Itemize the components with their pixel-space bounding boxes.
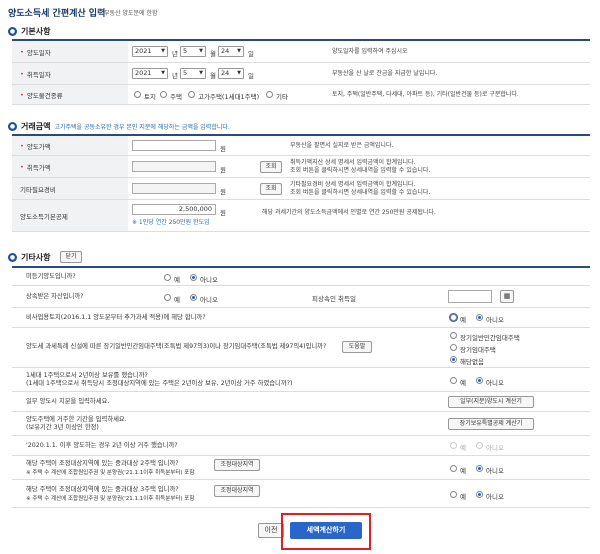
q1-row: 미등기양도입니까? 예 아니오 xyxy=(12,268,590,286)
other-cost-lookup-button[interactable]: 조회 xyxy=(260,183,282,195)
acquire-day-select[interactable]: 24 ▼ xyxy=(218,68,244,79)
acquire-price-desc: 취득가액지산 상세 명세서 입력금액이 합계입니다. 조회 버튼을 클릭하시면 … xyxy=(290,159,431,174)
property-type-label: 양도물건종류 xyxy=(26,91,63,100)
q1-yes-radio[interactable] xyxy=(164,274,171,281)
acquire-price-input[interactable] xyxy=(132,161,216,172)
q9-adjusted-area-button[interactable]: 조정대상지역 xyxy=(214,459,260,471)
property-type-desc: 토지, 주택(일반주택, 다세대, 아파트 등), 기타(일반건물 등)로 구분… xyxy=(332,91,519,98)
q4-row: 양도세 과세특례 신설에 따른 장기일반민간임대주택(조특법 제97의3)이나 … xyxy=(12,328,590,368)
heir-acquire-date-label: 피상속인 취득일 xyxy=(312,295,356,303)
transfer-price-input[interactable] xyxy=(132,140,216,151)
q1-no-radio[interactable] xyxy=(190,274,197,281)
transfer-date-desc: 양도일자를 입력하여 주십시오 xyxy=(332,48,408,55)
acquire-date-row: • 취득일자 2021 ▼ 년 5 ▼ 월 24 ▼ 일 부동산을 산 날로 잔금을 지… xyxy=(12,63,590,85)
q9-row: 해당 주택이 조정대상지역에 있는 중과대상 2주택 입니까? ※ 주택 수 계… xyxy=(12,456,590,480)
section-bullet-icon: ● xyxy=(8,122,17,131)
type-house-radio[interactable] xyxy=(160,91,167,98)
transfer-day-select[interactable]: 24 ▼ xyxy=(218,46,244,57)
amount-section-heading: ● 거래금액 고가주택을 공동소유한 경우 본인 지분에 해당하는 금액을 입력합니… xyxy=(8,122,230,131)
q9-no-radio[interactable] xyxy=(476,465,483,472)
q4-private-rental-radio[interactable] xyxy=(450,332,457,339)
q5-row: 1세대 1주택으로서 2년이상 보유를 했습니까? (1세대 1주택으로서 취득… xyxy=(12,368,590,392)
q2-yes-radio[interactable] xyxy=(164,294,171,301)
q10-row: 해당 주택이 조정대상지역에 있는 중과대상 3주택 입니까? ※ 주택 수 계… xyxy=(12,480,590,508)
q10-yes-radio[interactable] xyxy=(450,491,457,498)
q4-long-rental-radio[interactable] xyxy=(450,344,457,351)
other-cost-label: 기타필요경비 xyxy=(20,185,56,194)
calculate-tax-button[interactable]: 세액계산하기 xyxy=(290,522,362,539)
q8-row: '2020.1.1. 이후 양도하는 경우 2년 이상 거주 했습니까? 예 아… xyxy=(12,436,590,456)
q8-yes-radio[interactable] xyxy=(450,442,457,449)
q2-row: 상속받은 자산입니까? 예 아니오 피상속인 취득일 ▦ xyxy=(12,286,590,308)
q3-yes-radio[interactable] xyxy=(450,314,457,321)
partial-transfer-calculator-button[interactable]: 일부(지분)양도시 계산기 xyxy=(448,396,534,408)
other-cost-input[interactable] xyxy=(132,183,216,194)
calendar-icon[interactable]: ▦ xyxy=(500,290,514,303)
basic-deduction-row: 양도소득기본공제 2,500,000 원 ※ 1인당 연간 250만원 한도임 … xyxy=(12,200,590,232)
acquire-price-row: • 취득가액 원 조회 취득가액지산 상세 명세서 입력금액이 합계입니다. 조회… xyxy=(12,156,590,178)
long-term-deduction-calculator-button[interactable]: 장기보유특별공제 계산기 xyxy=(448,418,534,430)
q6-row: 일부 양도시 지분을 입력하세요. 일부(지분)양도시 계산기 xyxy=(12,392,590,412)
q10-adjusted-area-button[interactable]: 조정대상지역 xyxy=(214,485,260,497)
q9-yes-radio[interactable] xyxy=(450,465,457,472)
heir-acquire-date-input[interactable] xyxy=(448,290,492,303)
basic-section-heading: ● 기본사항 xyxy=(8,27,51,36)
q4-help-button[interactable]: 도움말 xyxy=(342,341,372,353)
q3-row: 비사업용토지(2016.1.1 양도분부터 추가과세 적용)에 해당 합니까? … xyxy=(12,308,590,328)
q7-row: 양도주택에 거주한 기간을 입력하세요. (보유기간 3년 이상인 한정) 장기… xyxy=(12,412,590,436)
other-cost-desc: 기타필요경비 상세 명세서 입력금액이 합계입니다. 조회 버튼을 클릭하시면 … xyxy=(290,181,431,196)
acquire-year-select[interactable]: 2021 ▼ xyxy=(132,68,168,79)
acquire-price-lookup-button[interactable]: 조회 xyxy=(260,161,282,173)
type-other-radio[interactable] xyxy=(266,91,273,98)
transfer-price-desc: 부동산을 팔면서 실지로 받은 금액입니다. xyxy=(290,142,394,149)
acquire-price-label: 취득가액 xyxy=(26,163,51,172)
acquire-date-label: 취득일자 xyxy=(26,70,51,79)
q5-yes-radio[interactable] xyxy=(450,377,457,384)
q3-no-radio[interactable] xyxy=(476,314,483,321)
q5-no-radio[interactable] xyxy=(476,377,483,384)
q2-no-radio[interactable] xyxy=(190,294,197,301)
q10-no-radio[interactable] xyxy=(476,491,483,498)
transfer-date-label: 양도일자 xyxy=(26,48,51,57)
transfer-date-row: • 양도일자 2021 ▼ 년 5 ▼ 월 24 ▼ 일 양도일자를 입력하여 주십시오 xyxy=(12,41,590,63)
section-bullet-icon: ● xyxy=(8,253,17,262)
transfer-month-select[interactable]: 5 ▼ xyxy=(180,46,206,57)
transfer-year-select[interactable]: 2021 ▼ xyxy=(132,46,168,57)
amount-note: 고가주택을 공동소유한 경우 본인 지분에 해당하는 금액을 입력합니다. xyxy=(54,124,230,131)
collapse-button[interactable]: 닫기 xyxy=(60,251,82,263)
basic-deduction-input[interactable]: 2,500,000 xyxy=(132,204,216,215)
property-type-row: • 양도물건종류 토지 주택 고가주택(1세대1주택) 기타 토지, 주택(일반주… xyxy=(12,85,590,105)
section-bullet-icon: ● xyxy=(8,27,17,36)
acquire-date-desc: 부동산을 산 날로 잔금을 지급한 날입니다. xyxy=(332,70,438,77)
basic-deduction-hint: ※ 1인당 연간 250만원 한도임 xyxy=(132,219,210,226)
type-land-radio[interactable] xyxy=(134,91,141,98)
etc-section-heading: ● 기타사항 xyxy=(8,253,51,262)
page-subtitle: 부동산 양도분에 한함 xyxy=(104,10,158,17)
q8-no-radio[interactable] xyxy=(476,442,483,449)
transfer-price-label: 양도가액 xyxy=(26,142,51,151)
q4-none-radio[interactable] xyxy=(450,356,457,363)
acquire-month-select[interactable]: 5 ▼ xyxy=(180,68,206,79)
other-cost-row: 기타필요경비 원 조회 기타필요경비 상세 명세서 입력금액이 합계입니다. 조… xyxy=(12,178,590,200)
page-title: 양도소득세 간편계산 입력 xyxy=(8,9,106,19)
basic-deduction-label: 양도소득기본공제 xyxy=(20,212,68,221)
type-luxury-house-radio[interactable] xyxy=(188,91,195,98)
basic-deduction-desc: 해당 과세기간의 양도소득금액에서 인별로 연간 250만원 공제됩니다. xyxy=(262,209,436,216)
transfer-price-row: • 양도가액 원 부동산을 팔면서 실지로 받은 금액입니다. xyxy=(12,136,590,156)
